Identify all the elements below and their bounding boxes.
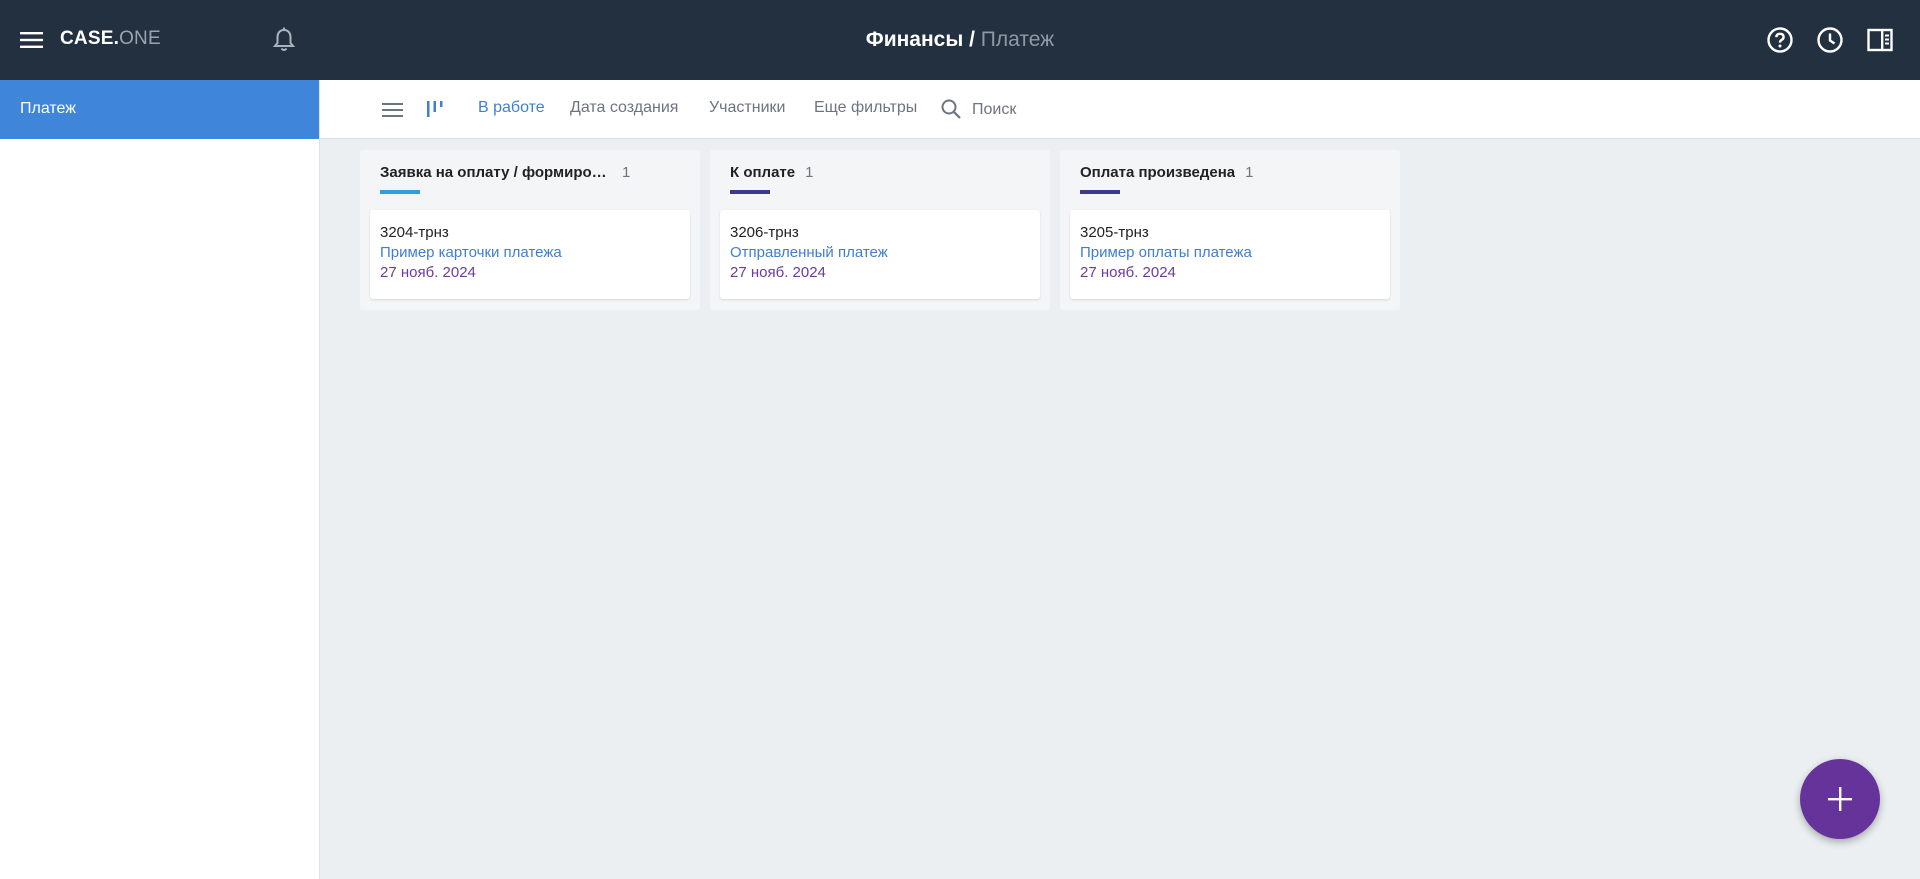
column-header[interactable]: К оплате 1: [730, 164, 1040, 186]
kanban-view-icon[interactable]: [424, 98, 446, 120]
card-date: 27 нояб. 2024: [730, 264, 826, 281]
filter-toolbar: В работе Дата создания Участники Еще фил…: [320, 80, 1920, 139]
column-header[interactable]: Оплата произведена 1: [1080, 164, 1390, 186]
board-column-paid: Оплата произведена 1 3205-трнз Пример опл…: [1060, 150, 1400, 310]
column-title: Оплата произведена: [1080, 164, 1236, 181]
column-title: К оплате: [730, 164, 796, 181]
card-title: Пример оплаты платежа: [1080, 244, 1252, 261]
sidebar: Платеж: [0, 80, 320, 879]
column-count: 1: [622, 164, 631, 181]
column-color-bar: [1080, 190, 1120, 194]
card-title: Пример карточки платежа: [380, 244, 562, 261]
filter-participants[interactable]: Участники: [709, 99, 785, 117]
column-title: Заявка на оплату / формирование: [380, 164, 612, 181]
sidebar-item-payment[interactable]: Платеж: [0, 80, 319, 139]
help-icon[interactable]: [1766, 26, 1794, 54]
filter-more[interactable]: Еще фильтры: [814, 99, 917, 117]
search-input[interactable]: [972, 97, 1152, 123]
column-count: 1: [805, 164, 814, 181]
board-column-request: Заявка на оплату / формирование 1 3204-тр…: [360, 150, 700, 310]
side-panel-icon[interactable]: [1866, 26, 1894, 54]
card-id: 3204-трнз: [380, 224, 449, 241]
card-date: 27 нояб. 2024: [1080, 264, 1176, 281]
card-id: 3206-трнз: [730, 224, 799, 241]
column-count: 1: [1245, 164, 1254, 181]
payment-card[interactable]: 3205-трнз Пример оплаты платежа 27 нояб.…: [1070, 210, 1390, 299]
filter-in-progress[interactable]: В работе: [478, 99, 545, 117]
list-view-icon[interactable]: [382, 100, 404, 120]
breadcrumb: Финансы / Платеж: [0, 28, 1920, 52]
plus-icon: [1828, 787, 1852, 811]
card-date: 27 нояб. 2024: [380, 264, 476, 281]
search-icon: [940, 98, 962, 120]
board-column-to-pay: К оплате 1 3206-трнз Отправленный платеж …: [710, 150, 1050, 310]
filter-created-date[interactable]: Дата создания: [570, 99, 678, 117]
card-id: 3205-трнз: [1080, 224, 1149, 241]
column-header[interactable]: Заявка на оплату / формирование 1: [380, 164, 690, 186]
column-color-bar: [730, 190, 770, 194]
card-title: Отправленный платеж: [730, 244, 888, 261]
payment-card[interactable]: 3204-трнз Пример карточки платежа 27 ноя…: [370, 210, 690, 299]
top-bar: CASE.ONE Финансы / Платеж: [0, 0, 1920, 80]
breadcrumb-root[interactable]: Финансы: [866, 28, 964, 51]
clock-icon[interactable]: [1816, 26, 1844, 54]
sidebar-item-label: Платеж: [20, 100, 76, 117]
column-color-bar: [380, 190, 420, 194]
breadcrumb-current: Платеж: [980, 28, 1055, 51]
add-button[interactable]: [1800, 759, 1880, 839]
payment-card[interactable]: 3206-трнз Отправленный платеж 27 нояб. 2…: [720, 210, 1040, 299]
breadcrumb-separator: /: [963, 28, 981, 51]
